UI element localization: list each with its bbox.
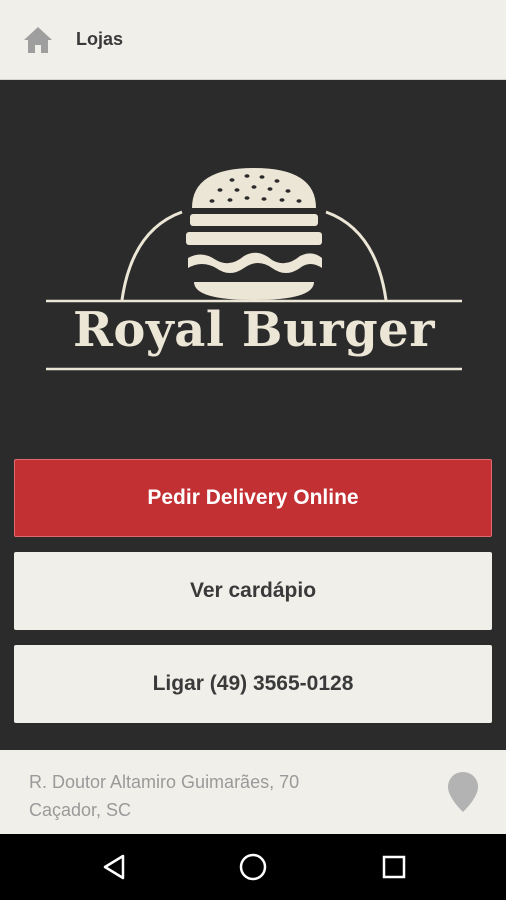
order-delivery-button[interactable]: Pedir Delivery Online xyxy=(14,459,492,537)
address-line-city: Caçador, SC xyxy=(29,800,132,820)
address-line-street: R. Doutor Altamiro Guimarães, 70 xyxy=(29,772,300,792)
page-title: Lojas xyxy=(76,29,124,49)
nav-back-button[interactable] xyxy=(96,849,132,885)
store-address: R. Doutor Altamiro Guimarães, 70 Caçador… xyxy=(29,768,299,824)
recents-icon xyxy=(382,855,406,879)
back-icon xyxy=(103,854,125,880)
home-button[interactable] xyxy=(18,20,58,60)
nav-home-button[interactable] xyxy=(235,849,271,885)
open-map-button[interactable] xyxy=(446,770,480,814)
nav-recents-button[interactable] xyxy=(376,849,412,885)
map-pin-icon xyxy=(448,772,478,812)
home-circle-icon xyxy=(239,853,267,881)
brand-logo: Royal Burger xyxy=(42,160,466,380)
call-store-button[interactable]: Ligar (49) 3565-0128 xyxy=(14,645,492,723)
home-icon xyxy=(24,26,52,53)
logo-rule-bottom xyxy=(46,367,462,371)
brand-name: Royal Burger xyxy=(73,302,435,358)
top-app-bar: Lojas xyxy=(0,0,506,80)
view-menu-button[interactable]: Ver cardápio xyxy=(14,552,492,630)
store-address-panel[interactable]: R. Doutor Altamiro Guimarães, 70 Caçador… xyxy=(0,750,506,834)
system-navigation-bar xyxy=(0,834,506,900)
burger-icon xyxy=(120,168,388,301)
